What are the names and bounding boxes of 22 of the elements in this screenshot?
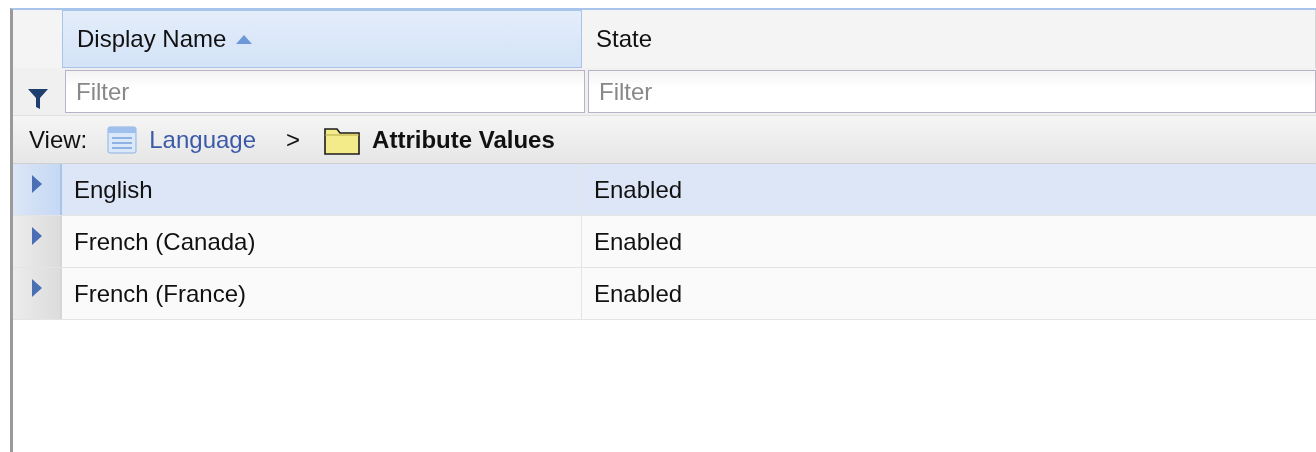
expand-icon[interactable] bbox=[30, 226, 43, 246]
breadcrumb-separator: > bbox=[286, 125, 301, 154]
sort-icon bbox=[236, 34, 253, 44]
expand-icon[interactable] bbox=[30, 278, 43, 298]
filter-field[interactable]: Filter bbox=[65, 70, 585, 113]
table-row[interactable]: French (France) Enabled bbox=[13, 268, 1316, 320]
breadcrumb-current: Attribute Values bbox=[372, 125, 555, 154]
filter-icon[interactable] bbox=[26, 87, 49, 111]
table-cell: English bbox=[62, 164, 582, 215]
table-cell-text: Enabled bbox=[593, 278, 684, 309]
filter-field[interactable]: Filter bbox=[588, 70, 1316, 113]
expand-icon[interactable] bbox=[30, 174, 43, 194]
table-cell: French (France) bbox=[62, 268, 582, 319]
view-label: View: bbox=[29, 125, 88, 154]
table-cell: French (Canada) bbox=[62, 216, 582, 267]
breadcrumb-link[interactable]: Language bbox=[149, 125, 257, 154]
table-cell-text: Enabled bbox=[593, 226, 684, 257]
table-row[interactable]: French (Canada) Enabled bbox=[13, 216, 1316, 268]
table-cell-text: Enabled bbox=[593, 174, 684, 205]
column-header[interactable]: Display Name bbox=[62, 10, 582, 68]
table-row[interactable]: English Enabled bbox=[13, 164, 1316, 216]
list-icon bbox=[107, 125, 138, 154]
